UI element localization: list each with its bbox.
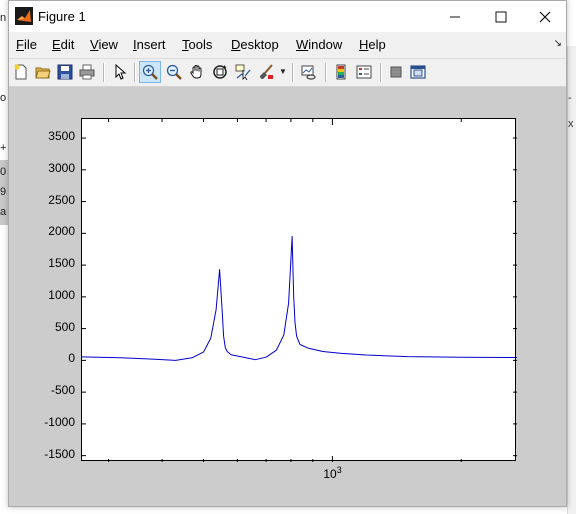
y-tick-label: 500 [54, 319, 75, 334]
series-line [82, 236, 517, 361]
data-cursor-button[interactable] [232, 61, 254, 83]
toolbar-separator [380, 63, 382, 82]
background-fragment: - [568, 92, 572, 104]
pan-hand-icon [190, 65, 202, 79]
edit-plot-arrow-icon [115, 64, 127, 80]
menu-desktop[interactable]: Desktop [231, 37, 279, 52]
legend-button[interactable] [353, 61, 375, 83]
y-tick-label: -500 [50, 383, 75, 398]
y-tick-label: 3000 [48, 160, 75, 175]
toolbar-separator [134, 63, 136, 82]
menu-bar: File Edit View Insert Tools Desktop Wind… [9, 33, 566, 57]
minimize-icon [450, 16, 460, 17]
link-plot-button[interactable] [298, 61, 320, 83]
save-icon [57, 64, 73, 80]
x-tick-label: 103 [323, 465, 341, 481]
open-file-button[interactable] [32, 61, 54, 83]
figure-canvas[interactable]: 3500 3000 2500 2000 1500 1000 500 0 -500 -1000 -15… [9, 87, 566, 506]
edit-plot-button[interactable] [109, 61, 131, 83]
zoom-out-button[interactable] [163, 61, 185, 83]
brush-dropdown-arrow-icon[interactable]: ▼ [279, 67, 287, 76]
toolbar-separator [325, 63, 327, 82]
hide-plot-tools-icon [390, 66, 402, 78]
y-tick-label: 2000 [48, 224, 75, 239]
print-icon [79, 64, 95, 80]
background-app-left-edge [0, 0, 8, 514]
menu-file[interactable]: File [16, 37, 37, 52]
maximize-button[interactable] [478, 1, 524, 32]
show-plot-tools-icon [410, 65, 426, 79]
background-fragment: 0 [0, 166, 7, 178]
background-fragment: + [0, 142, 7, 154]
colorbar-button[interactable] [330, 61, 352, 83]
pan-button[interactable] [186, 61, 208, 83]
brush-button[interactable] [255, 61, 277, 83]
data-cursor-icon [235, 64, 251, 80]
background-app-right-edge [567, 46, 576, 514]
close-button[interactable] [522, 1, 568, 32]
rotate-3d-icon [213, 65, 227, 79]
plot-axes[interactable] [81, 118, 517, 462]
dock-arrow-icon[interactable]: ↘ [554, 38, 562, 49]
open-file-icon [35, 67, 51, 79]
title-bar[interactable]: Figure 1 [9, 1, 566, 32]
rotate-3d-button[interactable] [209, 61, 231, 83]
minimize-button[interactable] [432, 1, 478, 32]
menu-edit[interactable]: Edit [52, 37, 74, 52]
hide-plot-tools-button[interactable] [385, 61, 407, 83]
colorbar-icon [336, 64, 346, 80]
matlab-logo-icon [15, 7, 33, 25]
x-tick-label-base: 10 [323, 467, 337, 481]
new-figure-icon [14, 64, 27, 80]
legend-icon [356, 65, 372, 79]
y-tick-label: 1500 [48, 256, 75, 271]
toolbar-separator [292, 63, 294, 82]
new-figure-button[interactable] [10, 61, 32, 83]
maximize-icon [495, 11, 507, 22]
figure-window: Figure 1 File Edit View Insert Tools Des… [8, 0, 567, 507]
background-fragment: a [0, 206, 7, 218]
background-fragment: 9 [0, 186, 7, 198]
menu-help[interactable]: Help [359, 37, 386, 52]
y-tick-label: -1000 [44, 414, 75, 429]
y-tick-label: 0 [68, 351, 75, 366]
print-button[interactable] [76, 61, 98, 83]
zoom-out-icon [166, 64, 182, 80]
save-button[interactable] [54, 61, 76, 83]
background-fragment: x [568, 118, 574, 130]
close-icon [539, 11, 551, 22]
background-fragment: o [0, 92, 7, 104]
x-tick-label-exponent: 3 [336, 465, 342, 475]
zoom-in-button[interactable] [139, 61, 161, 83]
menu-tools[interactable]: Tools [182, 37, 212, 52]
y-tick-label: 2500 [48, 192, 75, 207]
window-title: Figure 1 [38, 9, 86, 24]
menu-insert[interactable]: Insert [133, 37, 166, 52]
zoom-in-icon [142, 64, 158, 80]
brush-icon [260, 64, 273, 79]
y-tick-label: -1500 [44, 446, 75, 461]
show-plot-tools-button[interactable] [407, 61, 429, 83]
y-tick-label: 1000 [48, 287, 75, 302]
y-tick-label: 3500 [48, 129, 75, 144]
toolbar-separator [103, 63, 105, 82]
menu-view[interactable]: View [90, 37, 118, 52]
link-plot-icon [301, 65, 316, 80]
plot-surface [82, 119, 517, 462]
background-fragment: n [0, 12, 7, 24]
menu-window[interactable]: Window [296, 37, 342, 52]
figure-toolbar: ▼ [9, 58, 566, 87]
